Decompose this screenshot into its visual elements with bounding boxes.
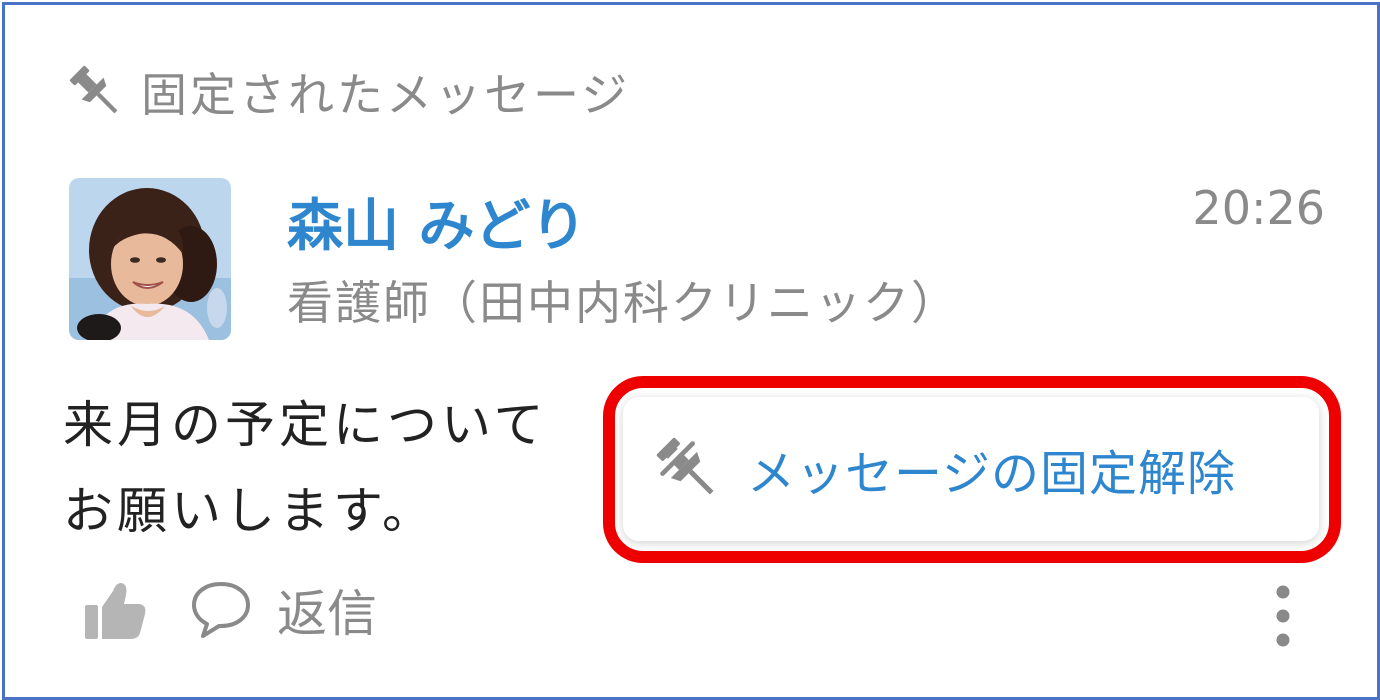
pinned-header-title: 固定されたメッセージ bbox=[141, 68, 631, 122]
author-name[interactable]: 森山 みどり bbox=[287, 181, 587, 262]
more-options-button[interactable] bbox=[1263, 580, 1303, 660]
speech-bubble-icon bbox=[192, 582, 250, 638]
message-timestamp: 20:26 bbox=[1192, 181, 1325, 235]
avatar[interactable] bbox=[69, 178, 231, 340]
unpin-label: メッセージの固定解除 bbox=[747, 446, 1237, 502]
reply-button[interactable]: 返信 bbox=[189, 565, 377, 655]
like-button[interactable] bbox=[81, 575, 151, 645]
unpin-icon bbox=[656, 437, 714, 495]
thumbs-up-icon bbox=[85, 583, 146, 639]
message-text-line: 来月の予定について bbox=[63, 396, 548, 454]
unpin-message-menu-item[interactable]: メッセージの固定解除 bbox=[623, 397, 1319, 541]
author-role: 看護師（田中内科クリニック） bbox=[287, 276, 959, 330]
more-vertical-icon bbox=[1276, 585, 1290, 647]
reply-label: 返信 bbox=[277, 585, 377, 643]
message-text-line: お願いします。 bbox=[63, 482, 436, 540]
pin-icon bbox=[69, 65, 118, 114]
pinned-message-panel: 固定されたメッセージ 森山 みどり 看護師（田中内科クリニック） 20:26 来… bbox=[2, 2, 1380, 700]
pinned-header: 固定されたメッセージ bbox=[65, 57, 630, 127]
